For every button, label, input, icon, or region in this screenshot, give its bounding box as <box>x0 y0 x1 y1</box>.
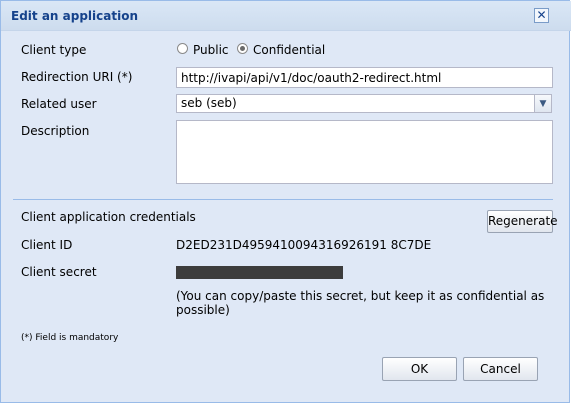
close-icon[interactable]: ✕ <box>534 8 549 23</box>
redirection-uri-label: Redirection URI (*) <box>21 70 133 84</box>
secret-note: (You can copy/paste this secret, but kee… <box>176 289 545 317</box>
cancel-button[interactable]: Cancel <box>463 357 538 381</box>
client-secret-label: Client secret <box>21 265 97 279</box>
regenerate-button[interactable]: Regenerate <box>487 210 558 233</box>
radio-public[interactable] <box>177 43 188 54</box>
client-id-value: D2ED231D4959410094316926191 8C7DE <box>176 238 432 252</box>
related-user-select[interactable]: seb (seb) <box>176 94 535 113</box>
edit-application-dialog: Edit an application ✕ Client type Public… <box>0 0 571 403</box>
radio-public-label[interactable]: Public <box>193 43 229 57</box>
mandatory-note: (*) Field is mandatory <box>21 333 119 343</box>
description-label: Description <box>21 124 90 138</box>
client-type-label: Client type <box>21 43 87 57</box>
dialog-titlebar[interactable]: Edit an application ✕ <box>1 1 571 31</box>
dialog-title: Edit an application <box>11 9 138 23</box>
ok-button[interactable]: OK <box>382 357 457 381</box>
description-textarea[interactable] <box>176 120 553 184</box>
redirection-uri-input[interactable]: http://ivapi/api/v1/doc/oauth2-redirect.… <box>176 67 553 88</box>
radio-confidential-label[interactable]: Confidential <box>253 43 325 57</box>
client-secret-masked[interactable] <box>176 266 343 279</box>
credentials-section-title: Client application credentials <box>21 210 196 224</box>
radio-confidential[interactable] <box>237 43 248 54</box>
client-id-label: Client ID <box>21 238 73 252</box>
chevron-down-icon[interactable]: ▼ <box>534 94 552 113</box>
related-user-label: Related user <box>21 97 97 111</box>
section-divider <box>13 199 553 200</box>
